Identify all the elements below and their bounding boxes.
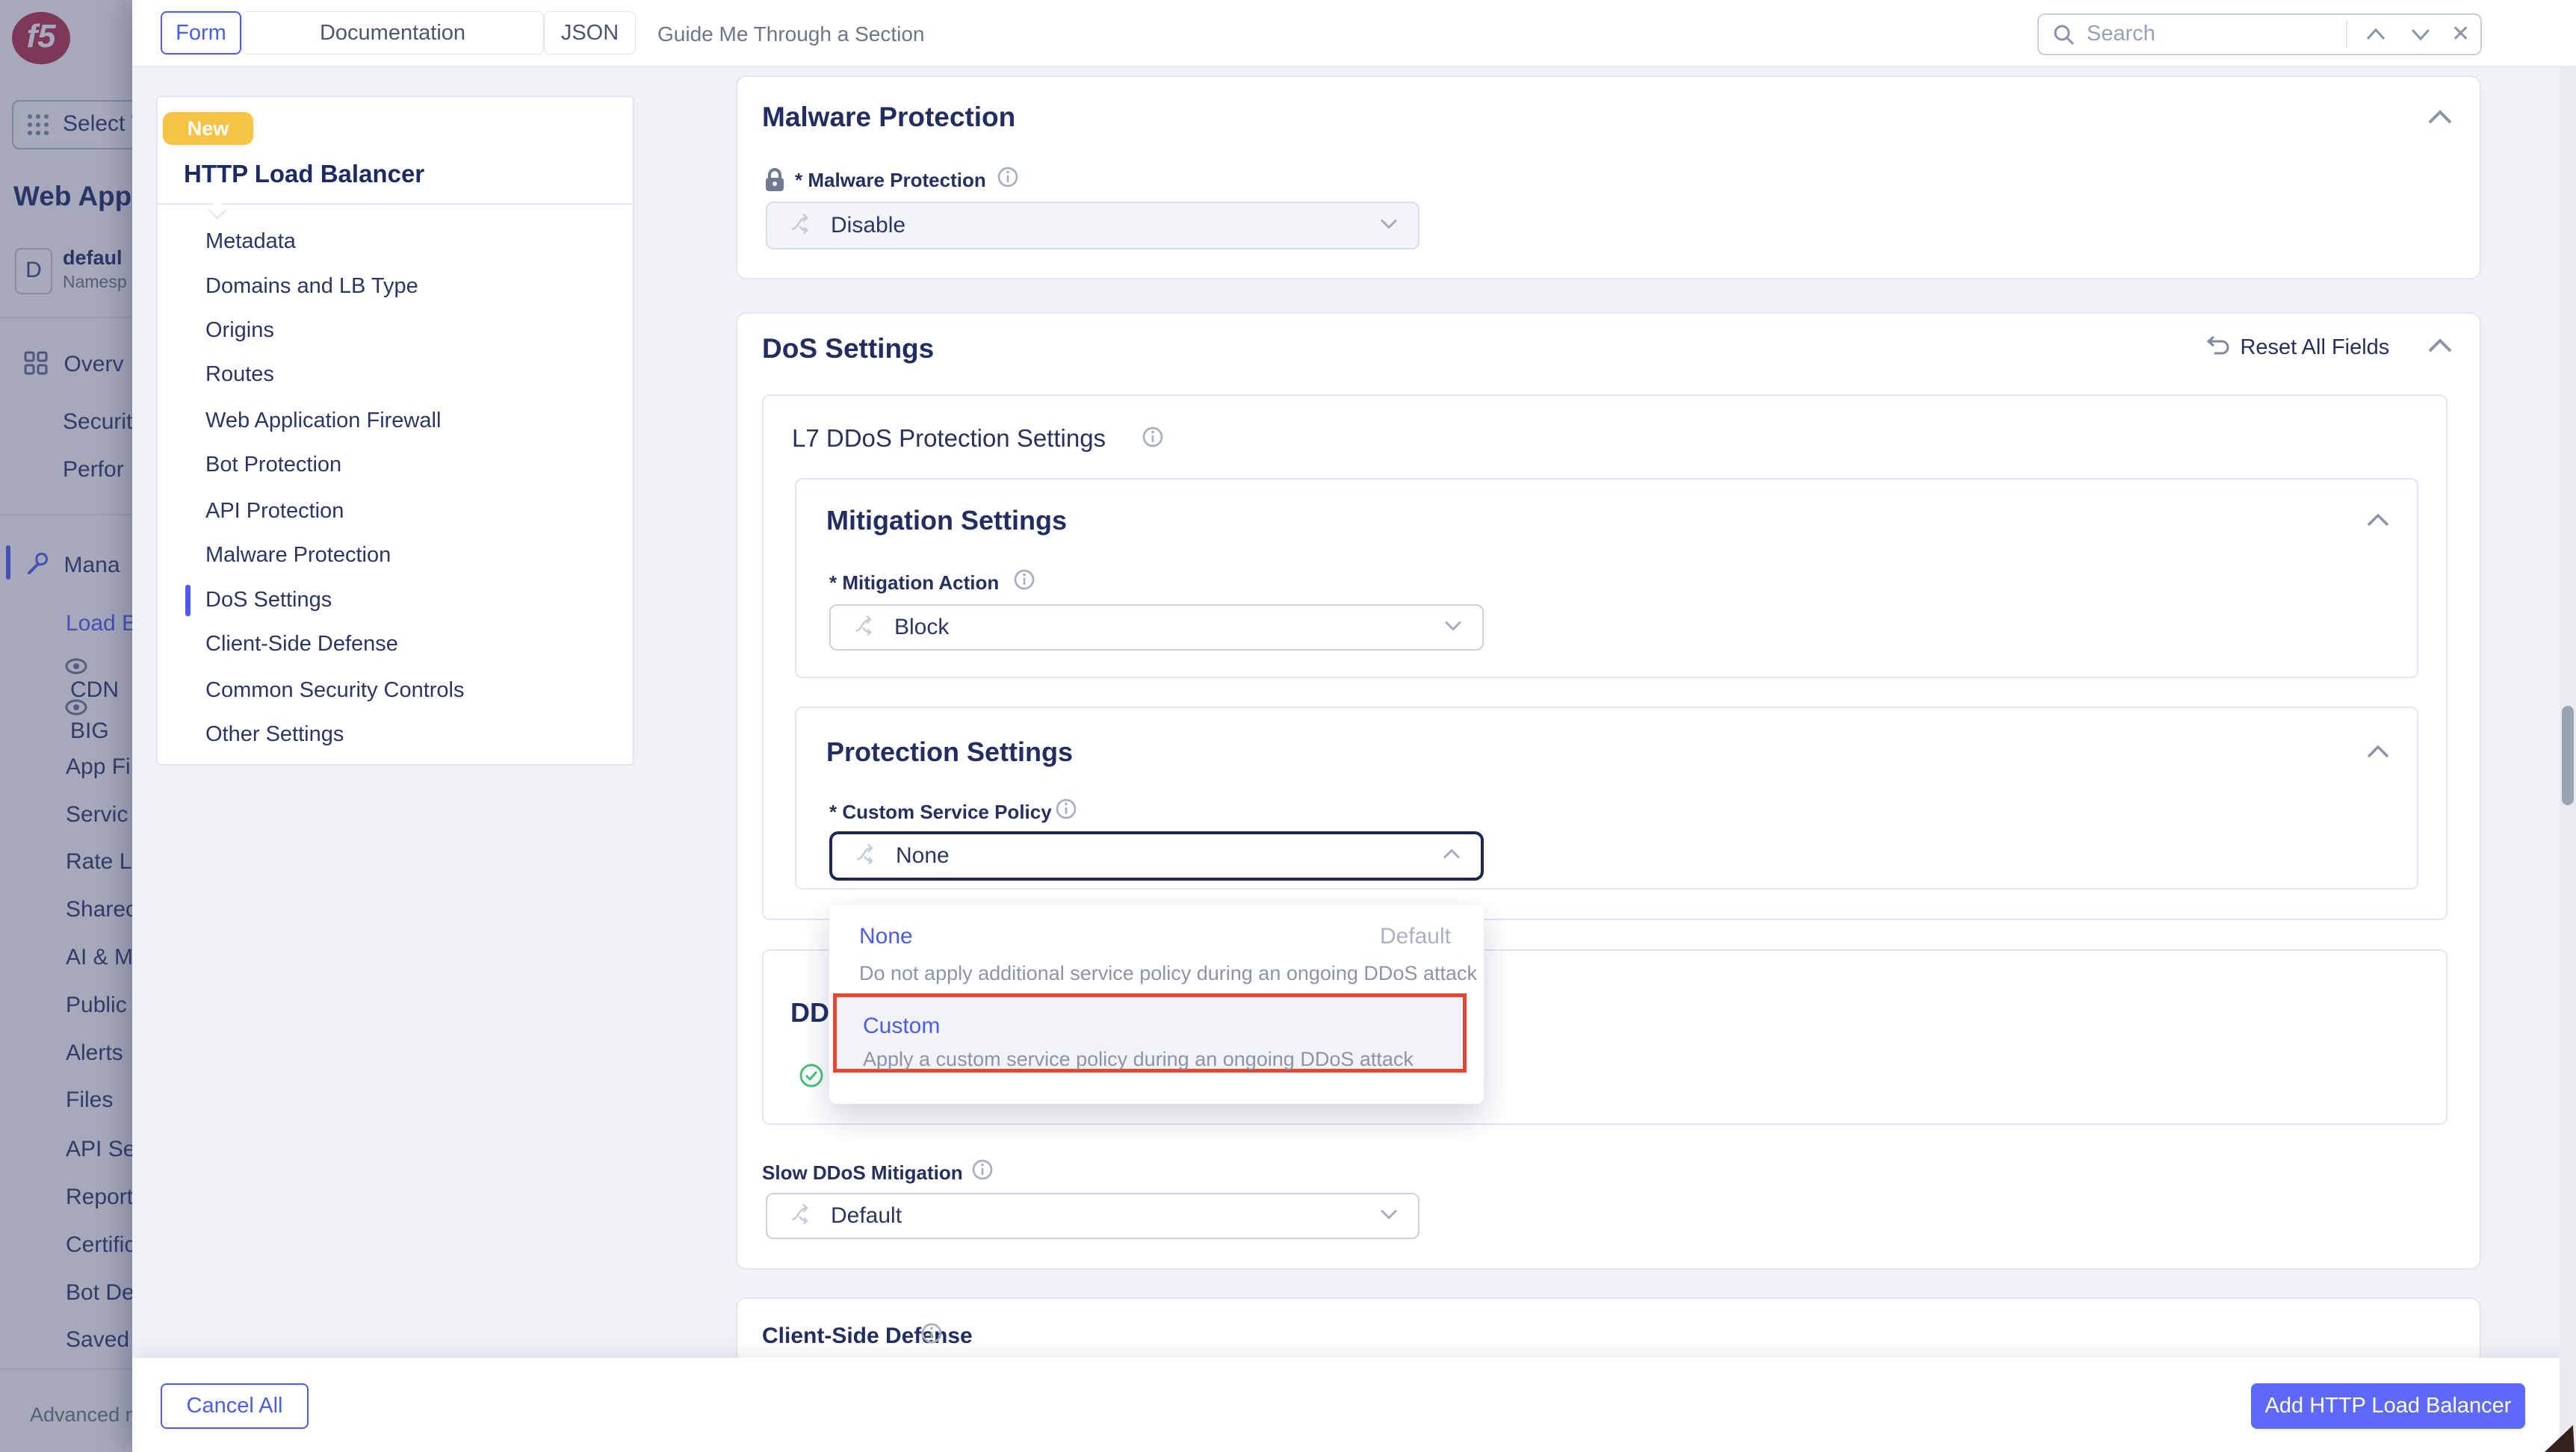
option-none-desc: Do not apply additional service policy d… <box>859 962 1477 985</box>
tab-json[interactable]: JSON <box>544 11 636 55</box>
nav-active-bar <box>185 585 191 616</box>
slow-ddos-select[interactable]: Default <box>766 1193 1419 1239</box>
search-divider <box>2346 21 2347 48</box>
reset-icon <box>2201 344 2234 357</box>
modal-backdrop-dim <box>0 0 132 1452</box>
collapse-chevron-icon[interactable] <box>2427 338 2453 358</box>
nav-item-other-settings[interactable]: Other Settings <box>205 722 344 747</box>
new-badge: New <box>163 112 253 145</box>
cancel-all-button[interactable]: Cancel All <box>161 1383 309 1429</box>
tab-form[interactable]: Form <box>161 11 241 55</box>
slow-ddos-label: Slow DDoS Mitigation <box>762 1161 963 1185</box>
add-http-lb-button[interactable]: Add HTTP Load Balancer <box>2251 1383 2525 1429</box>
scrollbar-thumb[interactable] <box>2562 706 2574 805</box>
nav-item-bot-protection[interactable]: Bot Protection <box>205 453 341 477</box>
collapse-chevron-icon[interactable] <box>2427 109 2453 129</box>
malware-select-value: Disable <box>831 213 905 238</box>
dropdown-option-none[interactable]: None Default Do not apply additional ser… <box>829 905 1484 993</box>
protection-field-label: * Custom Service Policy <box>829 801 1052 824</box>
option-none-tag: Default <box>1380 924 1451 949</box>
protection-title: Protection Settings <box>826 736 1073 768</box>
search-box: ✕ <box>2037 13 2482 55</box>
slow-ddos-select-value: Default <box>831 1203 902 1229</box>
shuffle-icon <box>788 211 815 241</box>
shuffle-icon <box>853 841 880 872</box>
nav-item-client-side-defense[interactable]: Client-Side Defense <box>205 632 398 657</box>
form-nav-divider <box>157 203 634 205</box>
chevron-down-icon <box>1443 620 1463 636</box>
search-next-icon[interactable] <box>2409 27 2432 46</box>
malware-section-title: Malware Protection <box>762 102 1015 133</box>
shuffle-icon <box>852 612 879 643</box>
search-input[interactable] <box>2085 18 2327 49</box>
chevron-up-icon <box>1442 848 1461 864</box>
collapse-chevron-icon[interactable] <box>2365 744 2391 763</box>
ddos-detection-title-partial: DD <box>790 997 829 1028</box>
info-icon[interactable] <box>1013 568 1035 595</box>
modal-footer <box>132 1358 2576 1452</box>
lock-icon <box>764 167 786 196</box>
option-custom-label: Custom <box>863 1014 940 1039</box>
nav-item-waf[interactable]: Web Application Firewall <box>205 409 441 433</box>
mitigation-select-value: Block <box>894 615 949 640</box>
reset-all-fields-button[interactable]: Reset All Fields <box>2201 335 2389 360</box>
dos-section-title: DoS Settings <box>762 333 934 364</box>
tab-documentation[interactable]: Documentation <box>241 11 544 55</box>
chevron-down-icon <box>1379 218 1399 234</box>
reset-label: Reset All Fields <box>2240 335 2389 359</box>
dropdown-option-custom[interactable]: Custom Apply a custom service policy dur… <box>833 993 1467 1073</box>
shuffle-icon <box>788 1201 815 1232</box>
screen: f5 Select W Web App D defaul Namesp Over… <box>0 0 2576 1452</box>
protection-select-value: None <box>896 843 950 869</box>
option-none-label: None <box>859 924 913 949</box>
service-policy-dropdown: None Default Do not apply additional ser… <box>829 905 1484 1104</box>
info-icon[interactable] <box>1142 426 1164 452</box>
info-icon[interactable] <box>920 1322 943 1348</box>
nav-item-api-protection[interactable]: API Protection <box>205 499 344 524</box>
nav-item-malware-protection[interactable]: Malware Protection <box>205 543 391 568</box>
success-check-icon <box>799 1063 824 1092</box>
mitigation-action-select[interactable]: Block <box>829 604 1484 651</box>
guide-me-link[interactable]: Guide Me Through a Section <box>657 22 924 46</box>
nav-item-origins[interactable]: Origins <box>205 318 274 343</box>
chevron-down-icon <box>1379 1209 1399 1224</box>
mouse-cursor <box>2543 1424 2576 1452</box>
malware-protection-select[interactable]: Disable <box>766 202 1419 249</box>
mitigation-title: Mitigation Settings <box>826 505 1067 536</box>
l7-title: L7 DDoS Protection Settings <box>792 424 1106 453</box>
custom-service-policy-select[interactable]: None <box>829 831 1484 881</box>
info-icon[interactable] <box>997 166 1019 192</box>
search-prev-icon[interactable] <box>2365 27 2387 46</box>
nav-item-metadata[interactable]: Metadata <box>205 229 296 254</box>
form-title: HTTP Load Balancer <box>184 160 424 188</box>
malware-field-label: * Malware Protection <box>795 169 986 192</box>
info-icon[interactable] <box>971 1158 994 1185</box>
info-icon[interactable] <box>1055 798 1077 824</box>
nav-item-common-security[interactable]: Common Security Controls <box>205 678 465 703</box>
search-close-icon[interactable]: ✕ <box>2451 21 2470 47</box>
mitigation-field-label: * Mitigation Action <box>829 571 999 595</box>
option-custom-desc: Apply a custom service policy during an … <box>863 1048 1414 1071</box>
nav-item-domains[interactable]: Domains and LB Type <box>205 274 418 299</box>
search-icon <box>2052 23 2076 51</box>
nav-item-routes[interactable]: Routes <box>205 362 274 387</box>
collapse-chevron-icon[interactable] <box>2365 512 2391 531</box>
nav-item-dos-settings[interactable]: DoS Settings <box>205 588 332 612</box>
